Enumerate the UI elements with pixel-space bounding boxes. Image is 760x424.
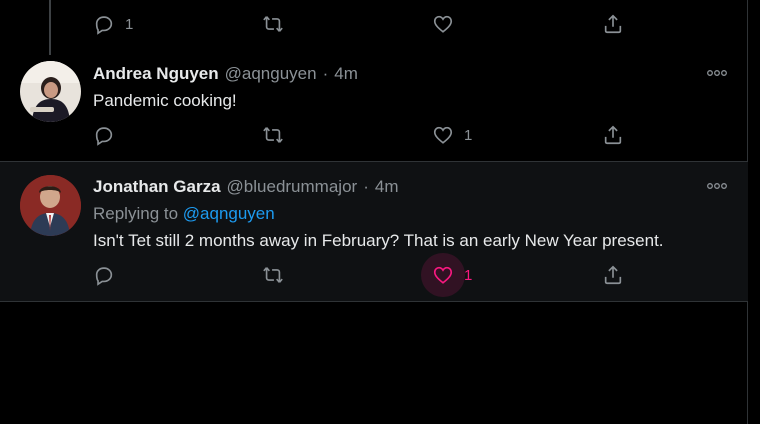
reply-button[interactable]	[93, 263, 115, 287]
retweet-button[interactable]	[262, 123, 284, 147]
like-button[interactable]: 1	[432, 123, 472, 147]
author-name[interactable]: Andrea Nguyen	[93, 64, 219, 84]
share-icon	[604, 265, 622, 285]
thread-connector-line	[49, 0, 51, 55]
reply-icon	[95, 267, 113, 286]
tweet-text: Pandemic cooking!	[93, 91, 237, 110]
reply-icon	[95, 16, 113, 35]
author-handle[interactable]: @aqnguyen	[225, 64, 317, 84]
tweet-time[interactable]: 4m	[334, 64, 358, 84]
retweet-icon	[263, 267, 283, 283]
tweet-text: Isn't Tet still 2 months away in Februar…	[93, 231, 664, 250]
heart-icon	[433, 266, 453, 284]
avatar-jonathan-image	[20, 175, 81, 236]
like-button[interactable]	[432, 12, 454, 36]
like-button[interactable]: 1	[432, 263, 472, 287]
replying-to-line: Replying to @aqnguyen	[93, 204, 275, 224]
tweet-andrea[interactable]: Andrea Nguyen @aqnguyen · 4m Pandemic co…	[0, 55, 748, 161]
heart-icon	[433, 15, 453, 33]
tweet-action-bar: 1	[93, 123, 748, 147]
tweet-jonathan[interactable]: Jonathan Garza @bluedrummajor · 4m Reply…	[0, 161, 748, 302]
share-button[interactable]	[602, 263, 624, 287]
reply-icon	[95, 127, 113, 146]
share-button[interactable]	[602, 123, 624, 147]
tweet-header: Andrea Nguyen @aqnguyen · 4m	[93, 64, 358, 84]
more-icon[interactable]	[706, 68, 728, 78]
like-count: 1	[464, 266, 473, 284]
retweet-icon	[263, 16, 283, 32]
reply-count: 1	[125, 15, 134, 33]
tweet-action-bar: 1	[93, 253, 748, 297]
tweet-header: Jonathan Garza @bluedrummajor · 4m	[93, 177, 398, 197]
retweet-button[interactable]	[262, 263, 284, 287]
tweet-time[interactable]: 4m	[375, 177, 399, 197]
author-name[interactable]: Jonathan Garza	[93, 177, 221, 197]
avatar-andrea-image	[20, 61, 81, 122]
separator-dot: ·	[363, 177, 369, 196]
reply-button[interactable]	[93, 123, 115, 147]
author-handle[interactable]: @bluedrummajor	[227, 177, 358, 197]
separator-dot: ·	[322, 64, 329, 83]
timeline-column: 1 Andrea Nguyen @aqnguyen · 4m Pandemic …	[0, 0, 748, 424]
replying-to-prefix: Replying to	[93, 204, 183, 223]
share-icon	[604, 125, 622, 145]
retweet-icon	[263, 127, 283, 143]
avatar[interactable]	[20, 61, 81, 122]
heart-icon	[433, 126, 453, 144]
reply-button[interactable]: 1	[93, 12, 133, 36]
avatar[interactable]	[20, 175, 81, 236]
more-icon[interactable]	[706, 181, 728, 191]
top-tweet-action-bar: 1	[93, 12, 747, 36]
like-count: 1	[464, 126, 473, 144]
share-icon	[604, 14, 622, 34]
replying-to-mention[interactable]: @aqnguyen	[183, 204, 275, 223]
retweet-button[interactable]	[262, 12, 284, 36]
share-button[interactable]	[602, 12, 624, 36]
